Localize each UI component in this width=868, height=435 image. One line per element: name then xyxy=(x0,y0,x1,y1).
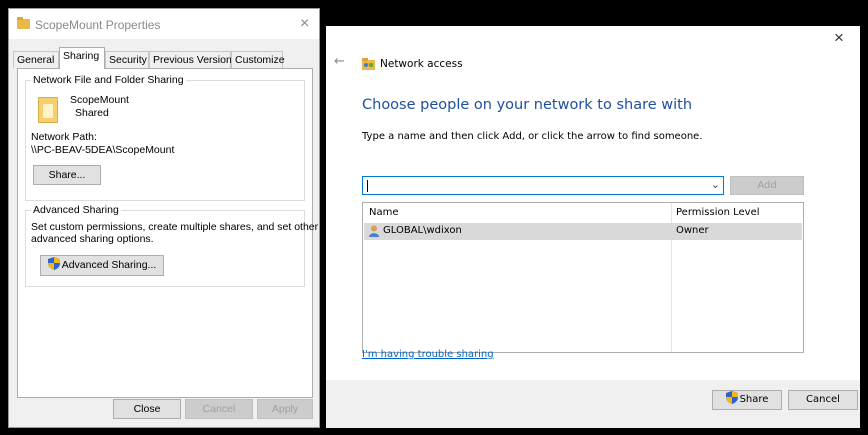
column-header-name[interactable]: Name xyxy=(369,207,399,218)
share-button-label: Share xyxy=(739,394,769,405)
user-icon xyxy=(369,225,379,237)
network-access-icon xyxy=(362,58,375,70)
table-row[interactable]: GLOBAL\wdixon Owner xyxy=(364,223,802,240)
shared-folder-icon xyxy=(38,97,58,123)
share-button[interactable]: Share... xyxy=(33,165,101,185)
instruction-text: Type a name and then click Add, or click… xyxy=(362,131,703,142)
dialog-title: Network access xyxy=(380,58,463,70)
close-icon[interactable]: × xyxy=(834,29,844,46)
network-path-value: \\PC-BEAV-5DEA\ScopeMount xyxy=(31,144,175,156)
advanced-sharing-button[interactable]: Advanced Sharing... xyxy=(40,255,164,276)
chevron-down-icon[interactable]: ⌄ xyxy=(711,178,720,191)
window-title: ScopeMount Properties xyxy=(35,18,161,32)
text-caret xyxy=(367,180,368,192)
uac-shield-icon xyxy=(725,391,738,404)
title-bar: ScopeMount Properties × xyxy=(9,9,319,39)
network-path-label: Network Path: xyxy=(31,131,97,143)
folder-icon xyxy=(17,17,30,29)
folder-name: ScopeMount xyxy=(70,94,129,106)
tab-general[interactable]: General xyxy=(13,51,59,68)
close-button[interactable]: Close xyxy=(113,399,181,419)
advanced-sharing-legend: Advanced Sharing xyxy=(31,204,121,216)
network-access-dialog: × ← Network access Choose people on your… xyxy=(326,26,860,428)
folder-status: Shared xyxy=(75,107,109,119)
add-button[interactable]: Add xyxy=(730,176,804,195)
row-user-name: GLOBAL\wdixon xyxy=(383,225,462,236)
cancel-button[interactable]: Cancel xyxy=(185,399,253,419)
advanced-sharing-button-label: Advanced Sharing... xyxy=(61,259,157,271)
cancel-button[interactable]: Cancel xyxy=(788,390,858,410)
tab-customize[interactable]: Customize xyxy=(231,51,285,68)
tab-security[interactable]: Security xyxy=(105,51,149,68)
page-heading: Choose people on your network to share w… xyxy=(362,97,693,113)
apply-button[interactable]: Apply xyxy=(257,399,313,419)
properties-dialog: ScopeMount Properties × General Sharing … xyxy=(8,8,320,428)
advanced-sharing-description-1: Set custom permissions, create multiple … xyxy=(31,221,319,233)
trouble-sharing-link[interactable]: I'm having trouble sharing xyxy=(362,349,494,360)
tab-sharing[interactable]: Sharing xyxy=(59,47,105,69)
advanced-sharing-description-2: advanced sharing options. xyxy=(31,233,154,245)
column-header-permission[interactable]: Permission Level xyxy=(676,207,760,218)
back-arrow-icon[interactable]: ← xyxy=(334,54,345,69)
permissions-list[interactable]: Name Permission Level GLOBAL\wdixon Owne… xyxy=(362,202,804,353)
close-icon[interactable]: × xyxy=(300,16,309,32)
share-button[interactable]: Share xyxy=(712,390,782,410)
tab-strip: General Sharing Security Previous Versio… xyxy=(13,47,313,69)
network-sharing-legend: Network File and Folder Sharing xyxy=(31,74,186,86)
row-permission-level[interactable]: Owner xyxy=(676,225,709,236)
advanced-sharing-group: Advanced Sharing Set custom permissions,… xyxy=(25,204,318,287)
user-name-combobox[interactable]: ⌄ xyxy=(362,176,724,195)
uac-shield-icon xyxy=(47,257,60,270)
tab-previous-versions[interactable]: Previous Versions xyxy=(149,51,237,68)
sharing-tab-panel: Network File and Folder Sharing ScopeMou… xyxy=(17,68,318,398)
network-sharing-group: Network File and Folder Sharing ScopeMou… xyxy=(25,74,305,201)
dialog-footer: Share Cancel xyxy=(326,380,860,428)
